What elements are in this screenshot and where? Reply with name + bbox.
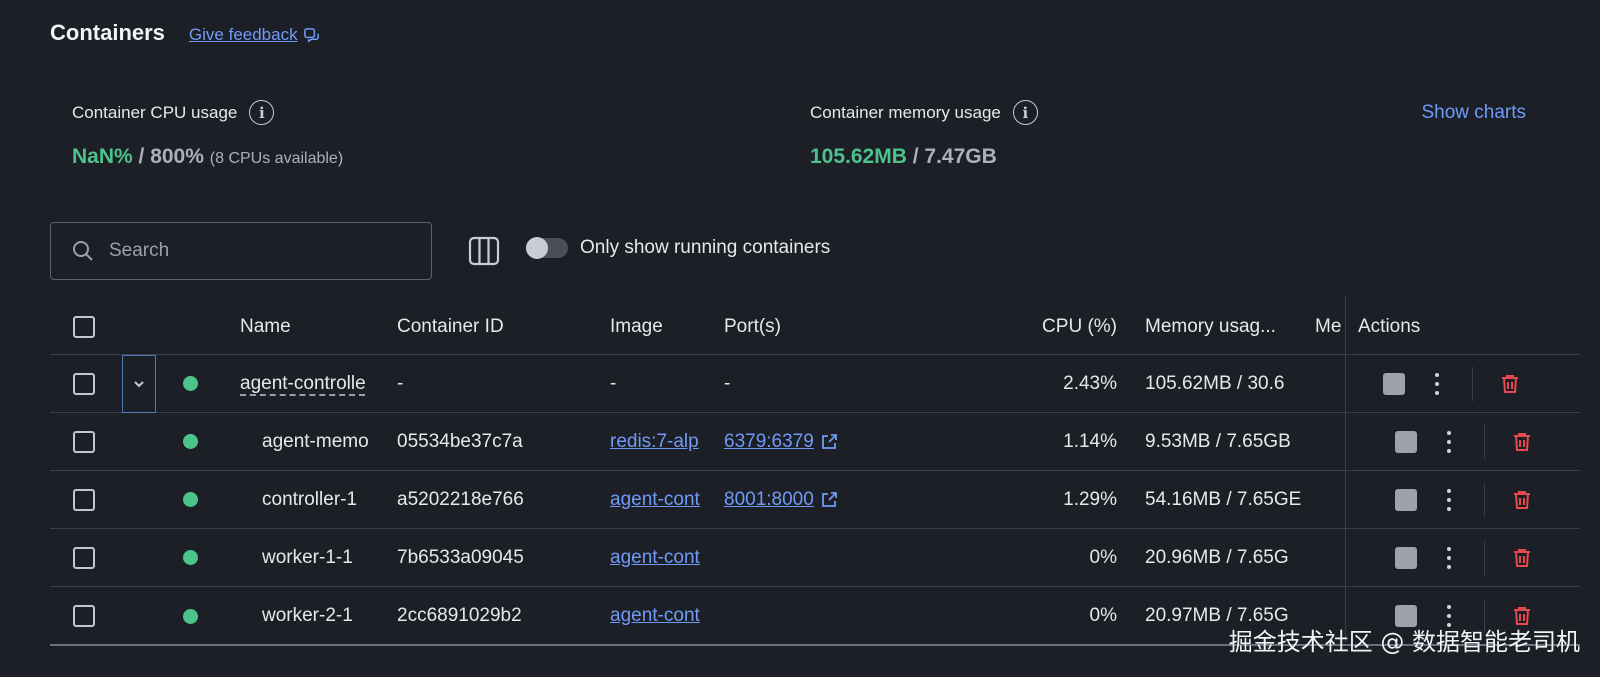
select-all-checkbox[interactable]: [73, 316, 95, 338]
more-options-icon[interactable]: [1446, 546, 1452, 569]
column-cpu[interactable]: CPU (%): [950, 300, 1117, 354]
running-status-dot: [183, 492, 198, 507]
cpu-usage-total: / 800%: [138, 145, 204, 168]
action-separator: [1484, 540, 1485, 575]
container-memory: 20.96MB / 7.65G: [1145, 546, 1289, 568]
container-name[interactable]: worker-1-1: [262, 529, 386, 586]
page-title: Containers: [50, 20, 165, 45]
action-separator: [1484, 424, 1485, 459]
row-checkbox[interactable]: [73, 430, 95, 453]
container-memory: 9.53MB / 7.65GB: [1145, 430, 1291, 452]
trash-icon[interactable]: [1498, 372, 1522, 396]
container-image-link[interactable]: agent-cont: [610, 489, 700, 511]
container-image-link[interactable]: agent-cont: [610, 605, 700, 627]
column-image[interactable]: Image: [610, 300, 663, 354]
search-icon: [73, 241, 93, 261]
port-link[interactable]: 6379:6379: [724, 431, 814, 453]
container-name[interactable]: controller-1: [262, 471, 386, 528]
container-cpu: 1.29%: [1063, 488, 1117, 510]
container-memory: 54.16MB / 7.65GE: [1145, 488, 1302, 510]
container-cpu: 0%: [1089, 605, 1117, 626]
show-charts-button[interactable]: Show charts: [1421, 102, 1526, 124]
container-id: 7b6533a09045: [397, 546, 524, 568]
start-stop-button[interactable]: [1395, 488, 1417, 511]
container-id: a5202218e766: [397, 488, 524, 510]
expand-group-button[interactable]: [122, 355, 156, 413]
running-filter: Only show running containers: [526, 237, 830, 259]
running-status-dot: [183, 608, 198, 624]
give-feedback-label: Give feedback: [188, 25, 298, 44]
table-row[interactable]: controller-1 a5202218e766 agent-cont 800…: [50, 471, 1580, 529]
row-checkbox[interactable]: [73, 605, 95, 627]
cpu-usage-stat: Container CPU usage i NaN% / 800% (8 CPU…: [72, 100, 343, 169]
container-id: 05534be37c7a: [397, 430, 523, 452]
page-header: Containers Give feedback: [50, 20, 320, 46]
cpu-usage-value: NaN%: [72, 145, 133, 168]
info-icon[interactable]: i: [1012, 100, 1038, 125]
action-separator: [1484, 482, 1485, 517]
start-stop-button[interactable]: [1395, 546, 1417, 569]
running-status-dot: [183, 550, 198, 565]
table-row[interactable]: worker-1-1 7b6533a09045 agent-cont 0% 20…: [50, 529, 1580, 587]
actions-column-divider: [1345, 297, 1346, 642]
row-checkbox[interactable]: [73, 546, 95, 569]
trash-icon[interactable]: [1510, 430, 1534, 454]
memory-usage-stat: Container memory usage i 105.62MB / 7.47…: [810, 100, 1038, 169]
memory-usage-label: Container memory usage: [810, 102, 1001, 122]
container-name[interactable]: worker-2-1: [262, 587, 386, 645]
columns-icon[interactable]: [468, 236, 500, 266]
search-input[interactable]: [109, 240, 389, 262]
container-cpu: 0%: [1089, 546, 1117, 568]
more-options-icon[interactable]: [1446, 488, 1452, 511]
row-checkbox[interactable]: [73, 488, 95, 511]
trash-icon[interactable]: [1510, 546, 1534, 570]
running-status-dot: [183, 434, 198, 449]
column-memory-limit[interactable]: Me: [1315, 300, 1345, 354]
column-memory[interactable]: Memory usag...: [1145, 300, 1305, 354]
column-ports[interactable]: Port(s): [724, 300, 781, 354]
start-stop-button[interactable]: [1395, 430, 1417, 453]
more-options-icon[interactable]: [1434, 372, 1440, 395]
watermark: 掘金技术社区 @ 数据智能老司机: [1228, 628, 1580, 656]
trash-icon[interactable]: [1510, 488, 1534, 512]
container-name[interactable]: agent-controlle: [240, 373, 366, 395]
container-cpu: 1.14%: [1063, 430, 1117, 452]
info-icon[interactable]: i: [249, 100, 275, 125]
give-feedback-link[interactable]: Give feedback: [189, 25, 320, 45]
container-cpu: 2.43%: [1063, 372, 1117, 394]
column-container-id[interactable]: Container ID: [397, 300, 504, 354]
table-header: Name Container ID Image Port(s) CPU (%) …: [50, 300, 1580, 355]
memory-usage-total: / 7.47GB: [912, 145, 997, 168]
column-actions: Actions: [1358, 316, 1421, 337]
start-stop-button[interactable]: [1383, 372, 1405, 395]
cpu-usage-label: Container CPU usage: [72, 102, 238, 122]
running-only-toggle[interactable]: [526, 237, 568, 259]
container-image: -: [610, 372, 617, 394]
container-name[interactable]: agent-memo: [262, 413, 386, 470]
container-port: -: [724, 372, 731, 394]
container-image-link[interactable]: redis:7-alp: [610, 431, 699, 453]
search-box[interactable]: [50, 222, 432, 280]
container-id: -: [397, 372, 404, 394]
table-row[interactable]: agent-memo 05534be37c7a redis:7-alp 6379…: [50, 413, 1580, 471]
container-id: 2cc6891029b2: [397, 605, 522, 626]
external-link-icon[interactable]: [820, 433, 838, 451]
feedback-icon: [303, 27, 319, 43]
container-memory: 105.62MB / 30.6: [1145, 372, 1285, 394]
external-link-icon[interactable]: [820, 491, 838, 509]
action-separator: [1472, 366, 1473, 401]
running-only-label: Only show running containers: [580, 237, 831, 258]
cpu-count-note: (8 CPUs available): [209, 150, 344, 167]
column-name[interactable]: Name: [240, 300, 291, 354]
table-row[interactable]: agent-controlle - - - 2.43% 105.62MB / 3…: [50, 355, 1580, 413]
port-link[interactable]: 8001:8000: [724, 489, 814, 511]
row-checkbox[interactable]: [73, 372, 95, 395]
chevron-down-icon: [134, 381, 144, 388]
running-status-dot: [183, 376, 198, 391]
container-image-link[interactable]: agent-cont: [610, 547, 700, 569]
more-options-icon[interactable]: [1446, 430, 1452, 453]
memory-usage-value: 105.62MB: [810, 145, 907, 168]
